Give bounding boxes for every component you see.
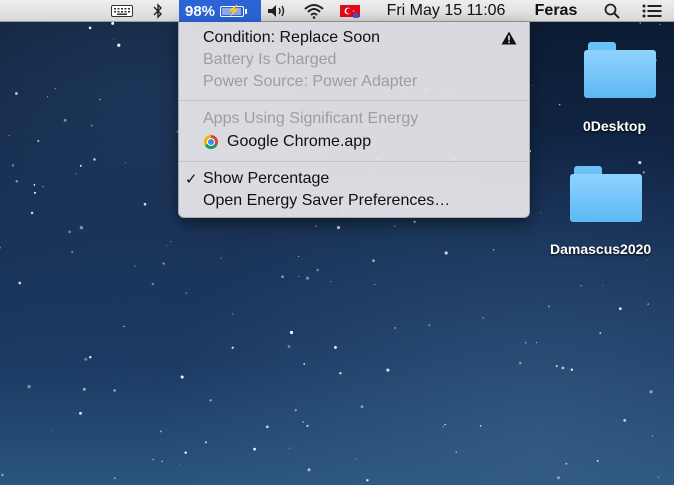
volume-icon[interactable] <box>264 0 290 22</box>
desktop-folder-damascus2020[interactable] <box>570 166 642 226</box>
warning-icon <box>501 31 517 50</box>
battery-status-item: Battery Is Charged <box>179 49 529 71</box>
apps-energy-heading-label: Apps Using Significant Energy <box>203 110 419 127</box>
power-source-item: Power Source: Power Adapter <box>179 71 529 93</box>
notification-center-icon[interactable] <box>638 0 666 22</box>
apps-energy-heading: Apps Using Significant Energy <box>179 108 529 130</box>
desktop-folder-label[interactable]: Damascus2020 <box>550 241 651 257</box>
open-energy-saver-item[interactable]: Open Energy Saver Preferences… <box>179 190 529 212</box>
menu-separator <box>179 161 529 162</box>
battery-icon: ⚡ <box>220 5 248 17</box>
app-item-google-chrome[interactable]: Google Chrome.app <box>179 131 529 153</box>
battery-percentage: 98% <box>185 2 216 20</box>
battery-menu-button[interactable]: 98% ⚡ <box>179 0 261 22</box>
desktop-screen: 98% ⚡ Fri May 15 11:06 Feras Condition: … <box>0 0 674 485</box>
menu-bar: 98% ⚡ Fri May 15 11:06 Feras <box>0 0 674 22</box>
bluetooth-icon[interactable] <box>148 0 168 22</box>
menu-separator <box>179 100 529 101</box>
spotlight-search-icon[interactable] <box>600 0 624 22</box>
open-energy-saver-label: Open Energy Saver Preferences… <box>203 192 451 209</box>
battery-condition-label: Condition: Replace Soon <box>203 29 381 46</box>
menubar-clock[interactable]: Fri May 15 11:06 <box>372 0 520 22</box>
show-percentage-item[interactable]: ✓ Show Percentage <box>179 168 529 190</box>
chrome-icon <box>204 135 218 149</box>
wifi-icon[interactable] <box>300 0 328 22</box>
keyboard-viewer-icon[interactable] <box>108 0 136 22</box>
desktop-folder-label[interactable]: 0Desktop <box>583 118 646 134</box>
app-item-label: Google Chrome.app <box>227 133 372 150</box>
battery-condition-item[interactable]: Condition: Replace Soon <box>179 27 529 49</box>
input-source-flag-icon[interactable] <box>337 0 363 22</box>
menubar-user-name[interactable]: Feras <box>526 0 586 22</box>
desktop-folder-0desktop[interactable] <box>584 42 656 102</box>
show-percentage-label: Show Percentage <box>203 170 330 187</box>
power-source-label: Power Source: Power Adapter <box>203 73 418 90</box>
checkmark-icon: ✓ <box>185 171 198 188</box>
battery-status-label: Battery Is Charged <box>203 51 337 68</box>
battery-dropdown-menu: Condition: Replace Soon Battery Is Charg… <box>178 22 530 218</box>
